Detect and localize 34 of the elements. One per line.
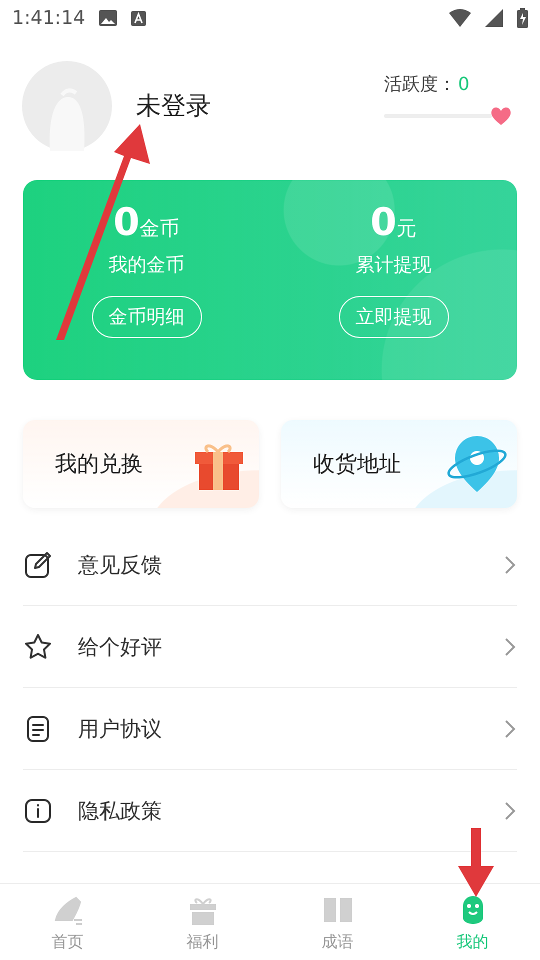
shortcut-card[interactable]: 收货地址 xyxy=(281,420,517,508)
shortcut-label: 收货地址 xyxy=(313,451,402,479)
wallet-unit: 金币 xyxy=(140,215,180,242)
shortcut-label: 我的兑换 xyxy=(55,451,144,479)
menu-item[interactable]: 用户协议 xyxy=(23,688,517,770)
star-icon xyxy=(23,632,53,662)
chevron-right-icon xyxy=(503,718,517,740)
edit-icon xyxy=(23,550,53,580)
menu-label: 意见反馈 xyxy=(78,552,163,578)
heart-icon xyxy=(490,106,512,126)
shortcut-card[interactable]: 我的兑换 xyxy=(23,420,259,508)
chevron-right-icon xyxy=(503,636,517,658)
activity-label: 活跃度： xyxy=(384,73,456,96)
menu-item[interactable]: 意见反馈 xyxy=(23,524,517,606)
menu-item[interactable]: 给个好评 xyxy=(23,606,517,688)
menu-label: 给个好评 xyxy=(78,634,163,660)
chevron-right-icon xyxy=(503,554,517,576)
username[interactable]: 未登录 xyxy=(136,88,211,122)
wallet-label: 我的金币 xyxy=(108,253,184,278)
wallet-amount: 0 xyxy=(113,200,140,244)
menu-label: 隐私政策 xyxy=(78,798,163,824)
menu-label: 用户协议 xyxy=(78,716,163,742)
status-time: 1:41:14 xyxy=(12,7,86,29)
chevron-right-icon xyxy=(503,800,517,822)
font-icon xyxy=(131,10,146,26)
activity-value: 0 xyxy=(458,74,470,95)
image-icon xyxy=(99,10,118,26)
wallet-label: 累计提现 xyxy=(356,253,432,278)
annotation-arrow xyxy=(458,828,494,897)
signal-icon xyxy=(485,9,503,27)
wifi-icon xyxy=(449,9,471,27)
wallet-amount: 0 xyxy=(370,200,397,244)
wallet-unit: 元 xyxy=(396,215,417,242)
battery-icon xyxy=(517,8,528,28)
